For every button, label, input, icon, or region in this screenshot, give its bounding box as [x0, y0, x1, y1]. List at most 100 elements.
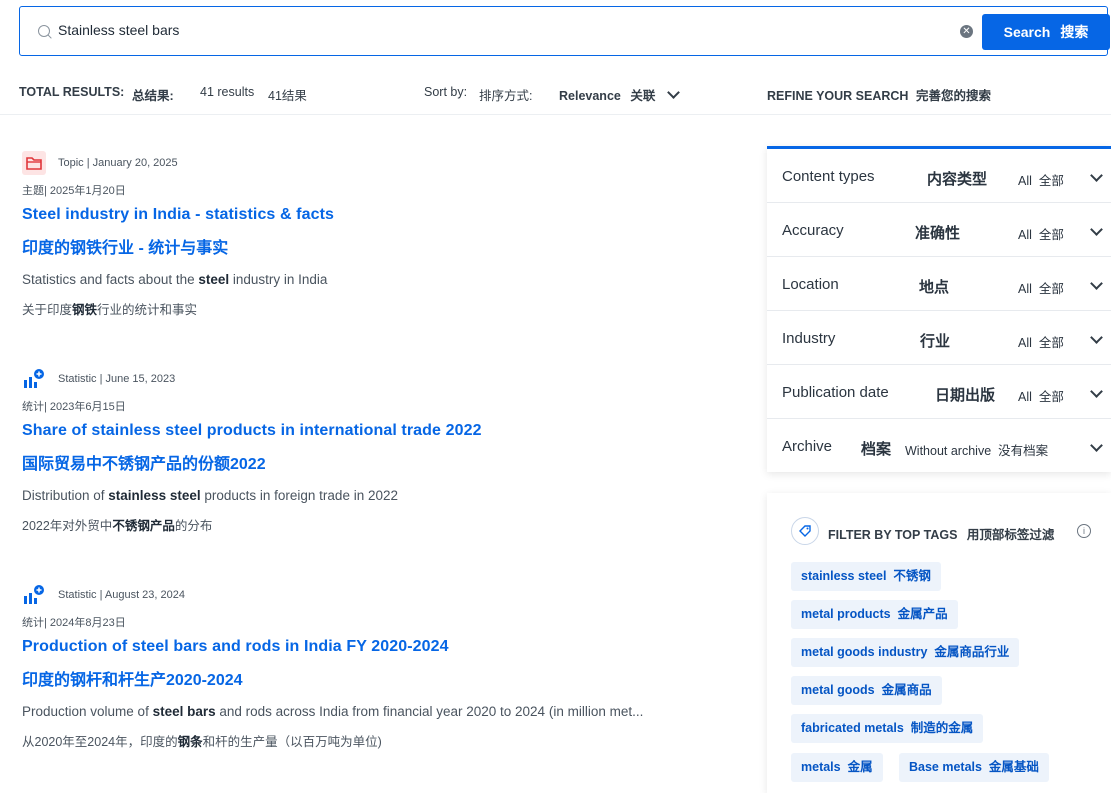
folder-icon	[22, 151, 46, 175]
filter-label-cn: 地点	[919, 279, 950, 296]
tag-fabricated-metals[interactable]: fabricated metals 制造的金属	[791, 714, 984, 743]
filter-publication-date[interactable]: Publication date 日期出版 All 全部	[767, 365, 1111, 419]
result-meta: Statistic | August 23, 2024	[58, 589, 185, 601]
filter-label: Publication date	[782, 384, 889, 401]
desc-text: 的分布	[174, 519, 213, 533]
filter-location[interactable]: Location 地点 All 全部	[767, 257, 1111, 311]
tag-metal-goods-industry[interactable]: metal goods industry 金属商品行业	[791, 638, 1020, 667]
refine-title-cn: 完善您的搜索	[915, 89, 991, 103]
desc-text: products in foreign trade in 2022	[200, 488, 398, 503]
tag-stainless-steel[interactable]: stainless steel 不锈钢	[791, 562, 941, 591]
filter-accuracy[interactable]: Accuracy 准确性 All 全部	[767, 203, 1111, 257]
tags-header-title-cn: 用顶部标签过滤	[966, 528, 1055, 542]
tag-metal-goods[interactable]: metal goods 金属商品	[791, 676, 942, 705]
desc-text: 从2020年至2024年，印度的	[22, 735, 178, 749]
filter-content-types[interactable]: Content types 内容类型 All 全部	[767, 149, 1111, 203]
filter-label: Accuracy	[782, 222, 844, 239]
result-meta-cn: 统计| 2023年6月15日	[22, 401, 126, 413]
tag-icon	[791, 517, 819, 545]
desc-highlight: steel	[198, 272, 230, 287]
result-meta-cn: 主题| 2025年1月20日	[22, 185, 126, 197]
result-title-cn-link[interactable]: 国际贸易中不锈钢产品的份额2022	[22, 450, 722, 474]
desc-highlight: 钢条	[177, 735, 203, 749]
sort-label-cn: 排序方式:	[479, 89, 533, 103]
desc-text: 2022年对外贸中	[22, 519, 113, 533]
desc-highlight: stainless steel	[108, 488, 201, 503]
chevron-down-icon	[1090, 223, 1103, 236]
result-item: Statistic | June 15, 2023 统计| 2023年6月15日…	[22, 366, 722, 534]
chevron-down-icon	[1090, 385, 1103, 398]
desc-text: 和杆的生产量（以百万吨为单位)	[202, 735, 382, 749]
filter-label-cn: 准确性	[915, 225, 961, 242]
filter-value: All 全部	[1018, 390, 1064, 404]
result-title-cn-link[interactable]: 印度的钢铁行业 - 统计与事实	[22, 234, 722, 258]
total-results-label-cn: 总结果:	[132, 89, 174, 103]
result-item: Statistic | August 23, 2024 统计| 2024年8月2…	[22, 582, 722, 750]
result-meta-cn: 统计| 2024年8月23日	[22, 617, 126, 629]
sort-value-cn: 关联	[630, 89, 656, 103]
search-button-label: Search	[1003, 24, 1051, 40]
desc-text: Statistics and facts about the	[22, 272, 199, 287]
filter-label: Content types	[782, 168, 875, 185]
chevron-down-icon	[1090, 331, 1103, 344]
sort-value: Relevance	[559, 89, 621, 103]
result-title-cn-link[interactable]: 印度的钢杆和杆生产2020-2024	[22, 666, 722, 690]
clear-icon[interactable]: ✕	[960, 25, 973, 38]
filter-archive[interactable]: Archive 档案 Without archive 没有档案	[767, 419, 1111, 472]
result-description-cn: 2022年对外贸中不锈钢产品的分布	[22, 515, 722, 534]
chart-plus-icon	[22, 583, 46, 607]
filter-label-cn: 档案	[861, 441, 892, 458]
info-icon[interactable]: i	[1077, 524, 1091, 538]
search-button-label-cn: 搜索	[1060, 24, 1089, 40]
tag-metal-products[interactable]: metal products 金属产品	[791, 600, 958, 629]
result-description: Statistics and facts about the steel ind…	[22, 272, 722, 287]
chart-plus-icon	[22, 367, 46, 391]
desc-text: 行业的统计和事实	[97, 303, 198, 317]
chevron-down-icon	[1090, 277, 1103, 290]
filter-value: All 全部	[1018, 336, 1064, 350]
filter-label: Industry	[782, 330, 836, 347]
tags-header-title: FILTER BY TOP TAGS	[828, 528, 958, 542]
desc-highlight: steel bars	[152, 704, 216, 719]
result-item: Topic | January 20, 2025 主题| 2025年1月20日 …	[22, 150, 722, 318]
chevron-down-icon	[1090, 439, 1103, 452]
desc-text: and rods across India from financial yea…	[215, 704, 644, 719]
search-input[interactable]: Stainless steel bars	[58, 22, 179, 38]
sort-dropdown[interactable]: Relevance 关联	[559, 85, 680, 104]
tag-base-metals[interactable]: Base metals 金属基础	[899, 753, 1049, 782]
refine-title-en: REFINE YOUR SEARCH	[767, 89, 909, 103]
desc-highlight: 钢铁	[72, 303, 98, 317]
chevron-down-icon	[1090, 169, 1103, 182]
chevron-down-icon	[666, 86, 680, 99]
desc-highlight: 不锈钢产品	[112, 519, 175, 533]
filter-value: All 全部	[1018, 228, 1064, 242]
filter-industry[interactable]: Industry 行业 All 全部	[767, 311, 1111, 365]
result-meta: Topic | January 20, 2025	[58, 157, 178, 169]
result-description-cn: 从2020年至2024年，印度的钢条和杆的生产量（以百万吨为单位)	[22, 731, 722, 750]
desc-text: industry in India	[229, 272, 328, 287]
result-description: Distribution of stainless steel products…	[22, 488, 722, 503]
filter-value: All 全部	[1018, 174, 1064, 188]
search-button[interactable]: Search 搜索	[982, 14, 1110, 50]
tags-panel: FILTER BY TOP TAGS 用顶部标签过滤 i stainless s…	[767, 493, 1111, 793]
results-count-cn: 41结果	[268, 89, 307, 103]
refine-title: REFINE YOUR SEARCH 完善您的搜索	[767, 85, 991, 104]
tags-header: FILTER BY TOP TAGS 用顶部标签过滤	[828, 524, 1054, 543]
desc-text: Distribution of	[22, 488, 109, 503]
result-description: Production volume of steel bars and rods…	[22, 704, 722, 719]
result-title-link[interactable]: Steel industry in India - statistics & f…	[22, 206, 722, 224]
search-box[interactable]: Stainless steel bars ✕	[19, 6, 1108, 56]
total-results-label: TOTAL RESULTS:	[19, 85, 125, 99]
filter-label-cn: 行业	[920, 333, 951, 350]
tag-metals[interactable]: metals 金属	[791, 753, 883, 782]
results-count: 41 results	[200, 85, 255, 99]
search-icon	[38, 25, 50, 37]
result-title-link[interactable]: Share of stainless steel products in int…	[22, 422, 722, 440]
sort-label: Sort by:	[424, 85, 468, 99]
filter-label-cn: 内容类型	[927, 171, 988, 188]
filter-value: All 全部	[1018, 282, 1064, 296]
desc-text: Production volume of	[22, 704, 153, 719]
filter-label: Location	[782, 276, 839, 293]
result-title-link[interactable]: Production of steel bars and rods in Ind…	[22, 638, 722, 656]
desc-text: 关于印度	[22, 303, 73, 317]
